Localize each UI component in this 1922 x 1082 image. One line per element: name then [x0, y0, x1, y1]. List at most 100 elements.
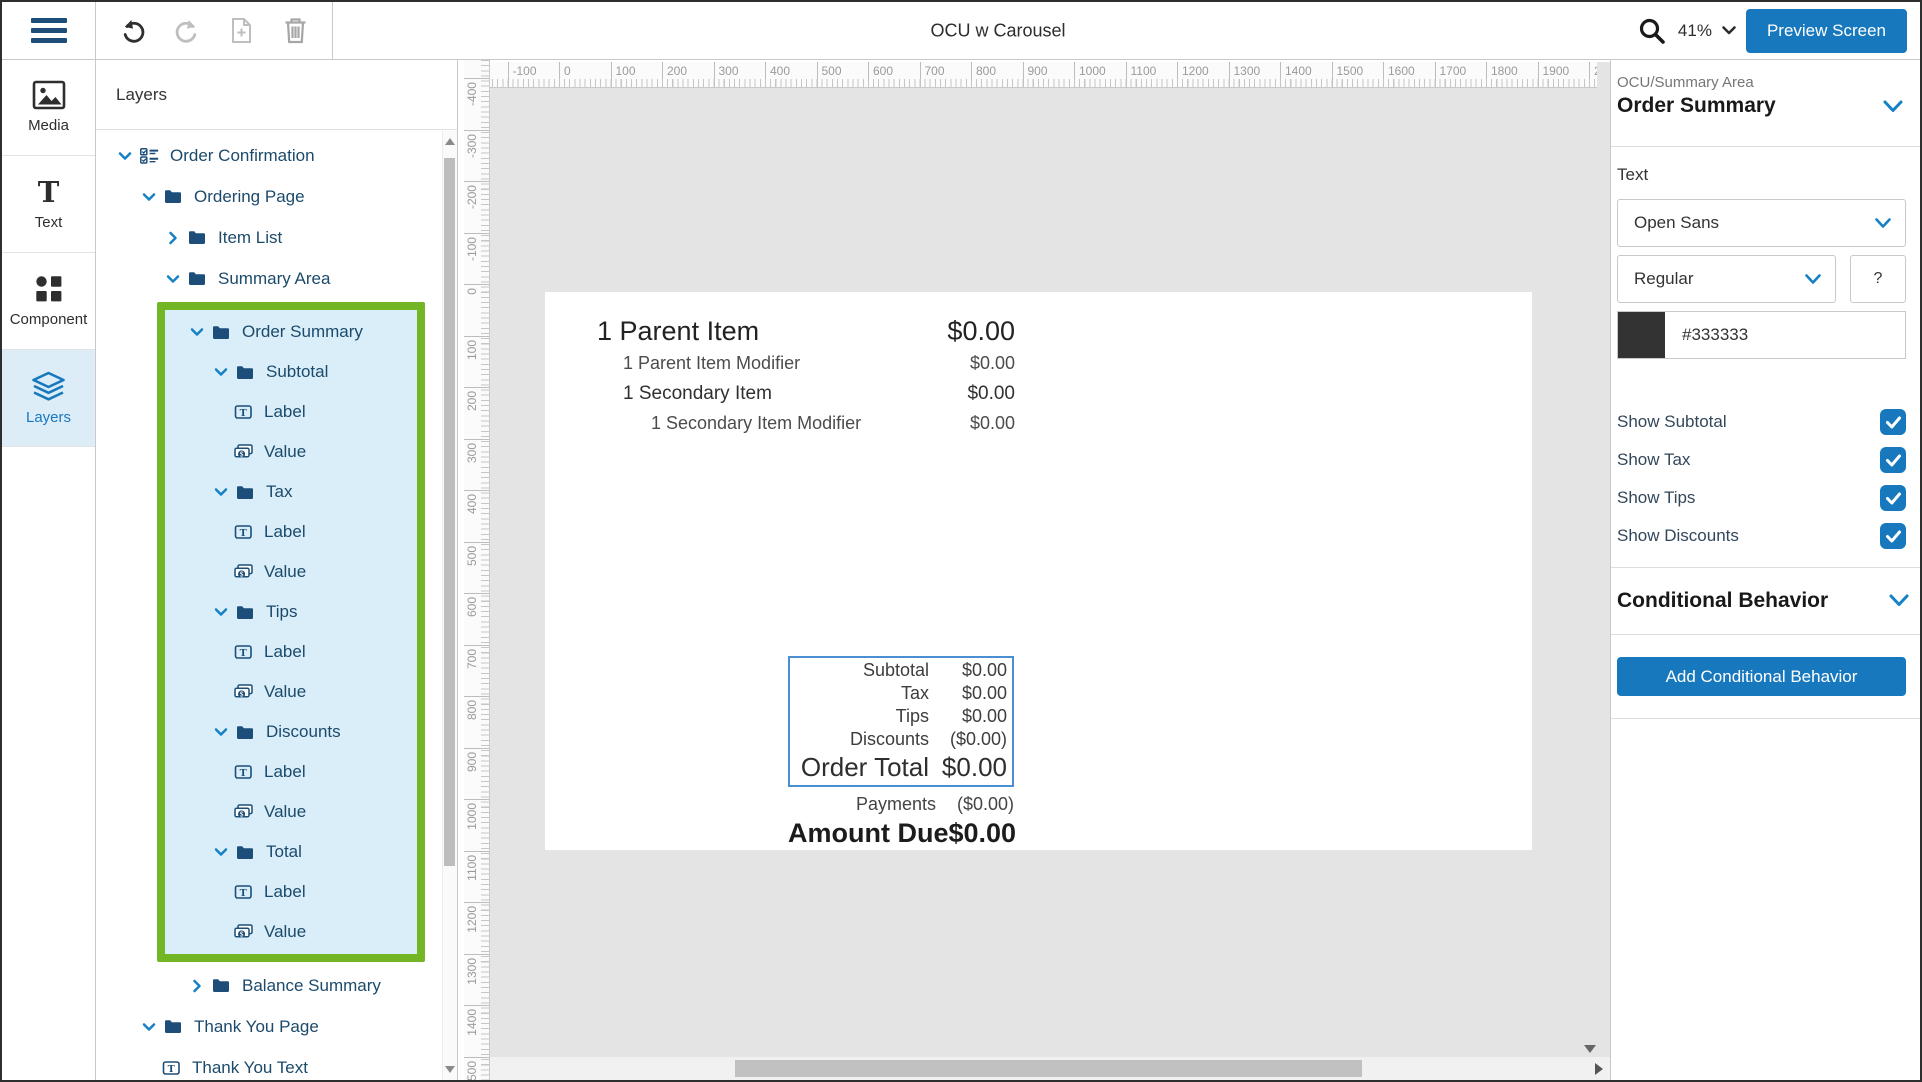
chevron-down-icon[interactable] — [210, 481, 232, 503]
zoom-chevron-down-icon[interactable] — [1721, 25, 1737, 36]
chevron-right-icon[interactable] — [162, 227, 184, 249]
font-help-button[interactable]: ? — [1850, 255, 1906, 303]
font-family-select[interactable]: Open Sans — [1617, 199, 1906, 247]
conditional-behavior-title: Conditional Behavior — [1617, 589, 1828, 613]
scroll-up-icon[interactable] — [445, 138, 455, 145]
tree-row-label[interactable]: TLabel — [165, 632, 417, 672]
ruler-tick — [464, 954, 489, 955]
layers-scrollbar-thumb[interactable] — [444, 158, 455, 866]
receipt-item[interactable]: 1 Secondary Item Modifier$0.00 — [597, 413, 1015, 443]
summary-row-tips: Tips$0.00 — [793, 706, 1007, 729]
rail-item-label: Text — [35, 214, 63, 231]
layer-label: Value — [264, 682, 306, 702]
chevron-down-icon[interactable] — [210, 601, 232, 623]
tree-row-subtotal[interactable]: Subtotal — [165, 352, 417, 392]
ruler-tick — [464, 851, 489, 852]
tree-row-label[interactable]: TLabel — [165, 392, 417, 432]
tree-row-total[interactable]: Total — [165, 832, 417, 872]
new-page-button[interactable] — [224, 14, 258, 48]
tree-row-item-list[interactable]: Item List — [95, 217, 443, 258]
undo-button[interactable] — [116, 14, 150, 48]
checkbox-checked[interactable] — [1880, 409, 1906, 435]
ruler-tick — [464, 593, 489, 594]
tree-row-tips[interactable]: Tips — [165, 592, 417, 632]
ruler-label: -200 — [465, 185, 479, 209]
checkbox-checked[interactable] — [1880, 485, 1906, 511]
receipt-item[interactable]: 1 Parent Item Modifier$0.00 — [597, 353, 1015, 383]
checkbox-checked[interactable] — [1880, 447, 1906, 473]
chevron-down-icon[interactable] — [138, 186, 160, 208]
chevron-down-icon[interactable] — [114, 145, 136, 167]
add-conditional-behavior-button[interactable]: Add Conditional Behavior — [1617, 657, 1906, 696]
ruler-label: 1500 — [465, 1061, 479, 1081]
collapse-chevron-down-icon[interactable] — [1882, 99, 1904, 119]
chevron-right-icon[interactable] — [186, 975, 208, 997]
tree-row-value[interactable]: $Value — [165, 792, 417, 832]
receipt-item[interactable]: 1 Parent Item$0.00 — [597, 316, 1015, 353]
ruler-tick — [464, 748, 489, 749]
main-menu-button[interactable] — [2, 2, 96, 59]
payments-row: Payments($0.00) — [788, 794, 1014, 818]
chevron-down-icon — [1804, 271, 1822, 291]
ruler-label: 0 — [559, 62, 571, 87]
tree-row-label[interactable]: TLabel — [165, 872, 417, 912]
amount-due-row-label: Amount Due — [788, 818, 948, 849]
tree-row-balance-summary[interactable]: Balance Summary — [95, 965, 443, 1006]
tree-row-value[interactable]: $Value — [165, 432, 417, 472]
design-page[interactable]: 1 Parent Item$0.001 Parent Item Modifier… — [545, 292, 1532, 850]
scroll-down-icon[interactable] — [445, 1066, 455, 1073]
canvas-horizontal-scrollbar[interactable] — [490, 1057, 1610, 1080]
redo-button[interactable] — [170, 14, 204, 48]
tree-row-value[interactable]: $Value — [165, 552, 417, 592]
tree-row-thank-you-page[interactable]: Thank You Page — [95, 1006, 443, 1047]
tree-row-order-summary[interactable]: Order Summary — [165, 312, 417, 352]
collapse-chevron-down-icon[interactable] — [1888, 593, 1910, 613]
tree-row-tax[interactable]: Tax — [165, 472, 417, 512]
svg-text:$: $ — [239, 811, 243, 819]
chevron-down-icon[interactable] — [210, 721, 232, 743]
delete-button[interactable] — [278, 14, 312, 48]
tree-row-discounts[interactable]: Discounts — [165, 712, 417, 752]
summary-row-tips-label: Tips — [793, 706, 929, 727]
tree-row-thank-you-text[interactable]: TThank You Text — [95, 1047, 443, 1080]
zoom-level[interactable]: 41% — [1678, 21, 1712, 41]
chevron-down-icon[interactable] — [210, 361, 232, 383]
tree-row-order-confirmation[interactable]: Order Confirmation — [95, 135, 443, 176]
tree-row-value[interactable]: $Value — [165, 672, 417, 712]
payments-row-label: Payments — [788, 794, 936, 815]
chevron-down-icon[interactable] — [138, 1016, 160, 1038]
checkbox-checked[interactable] — [1880, 523, 1906, 549]
rail-item-text[interactable]: TText — [2, 156, 95, 253]
rail-item-media[interactable]: Media — [2, 59, 95, 156]
tree-row-label[interactable]: TLabel — [165, 512, 417, 552]
chevron-down-icon[interactable] — [186, 321, 208, 343]
rail-item-layers[interactable]: Layers — [2, 350, 95, 447]
rail-item-component[interactable]: Component — [2, 253, 95, 350]
chevron-down-icon[interactable] — [162, 268, 184, 290]
font-weight-select[interactable]: Regular — [1617, 255, 1836, 303]
chevron-down-icon[interactable] — [210, 841, 232, 863]
layers-scrollbar[interactable] — [442, 131, 457, 1080]
receipt-item[interactable]: 1 Secondary Item$0.00 — [597, 383, 1015, 413]
canvas-scroll-right-icon[interactable] — [1595, 1063, 1603, 1075]
label-icon: T — [234, 404, 255, 420]
tree-row-label[interactable]: TLabel — [165, 752, 417, 792]
horizontal-scrollbar-thumb[interactable] — [735, 1060, 1362, 1077]
tree-row-value[interactable]: $Value — [165, 912, 417, 952]
color-swatch[interactable] — [1618, 312, 1665, 358]
preview-screen-button[interactable]: Preview Screen — [1746, 9, 1907, 53]
tree-row-ordering-page[interactable]: Ordering Page — [95, 176, 443, 217]
ruler-label: 500 — [465, 546, 479, 566]
summary-row-tax-label: Tax — [793, 683, 929, 704]
canvas[interactable]: -400-300-200-100010020030040050060070080… — [457, 59, 1610, 1080]
ruler-tick — [464, 799, 489, 800]
folder-icon — [236, 845, 257, 860]
order-summary-selection[interactable]: Subtotal$0.00Tax$0.00Tips$0.00Discounts(… — [788, 656, 1014, 787]
canvas-scroll-down-icon[interactable] — [1584, 1045, 1596, 1053]
toggle-label: Show Subtotal — [1617, 412, 1727, 432]
toggle-list: Show SubtotalShow TaxShow TipsShow Disco… — [1617, 403, 1906, 555]
search-icon[interactable] — [1635, 14, 1669, 48]
tree-row-summary-area[interactable]: Summary Area — [95, 258, 443, 299]
text-color-input[interactable]: #333333 — [1617, 311, 1906, 359]
toggle-row-show-tax: Show Tax — [1617, 441, 1906, 479]
